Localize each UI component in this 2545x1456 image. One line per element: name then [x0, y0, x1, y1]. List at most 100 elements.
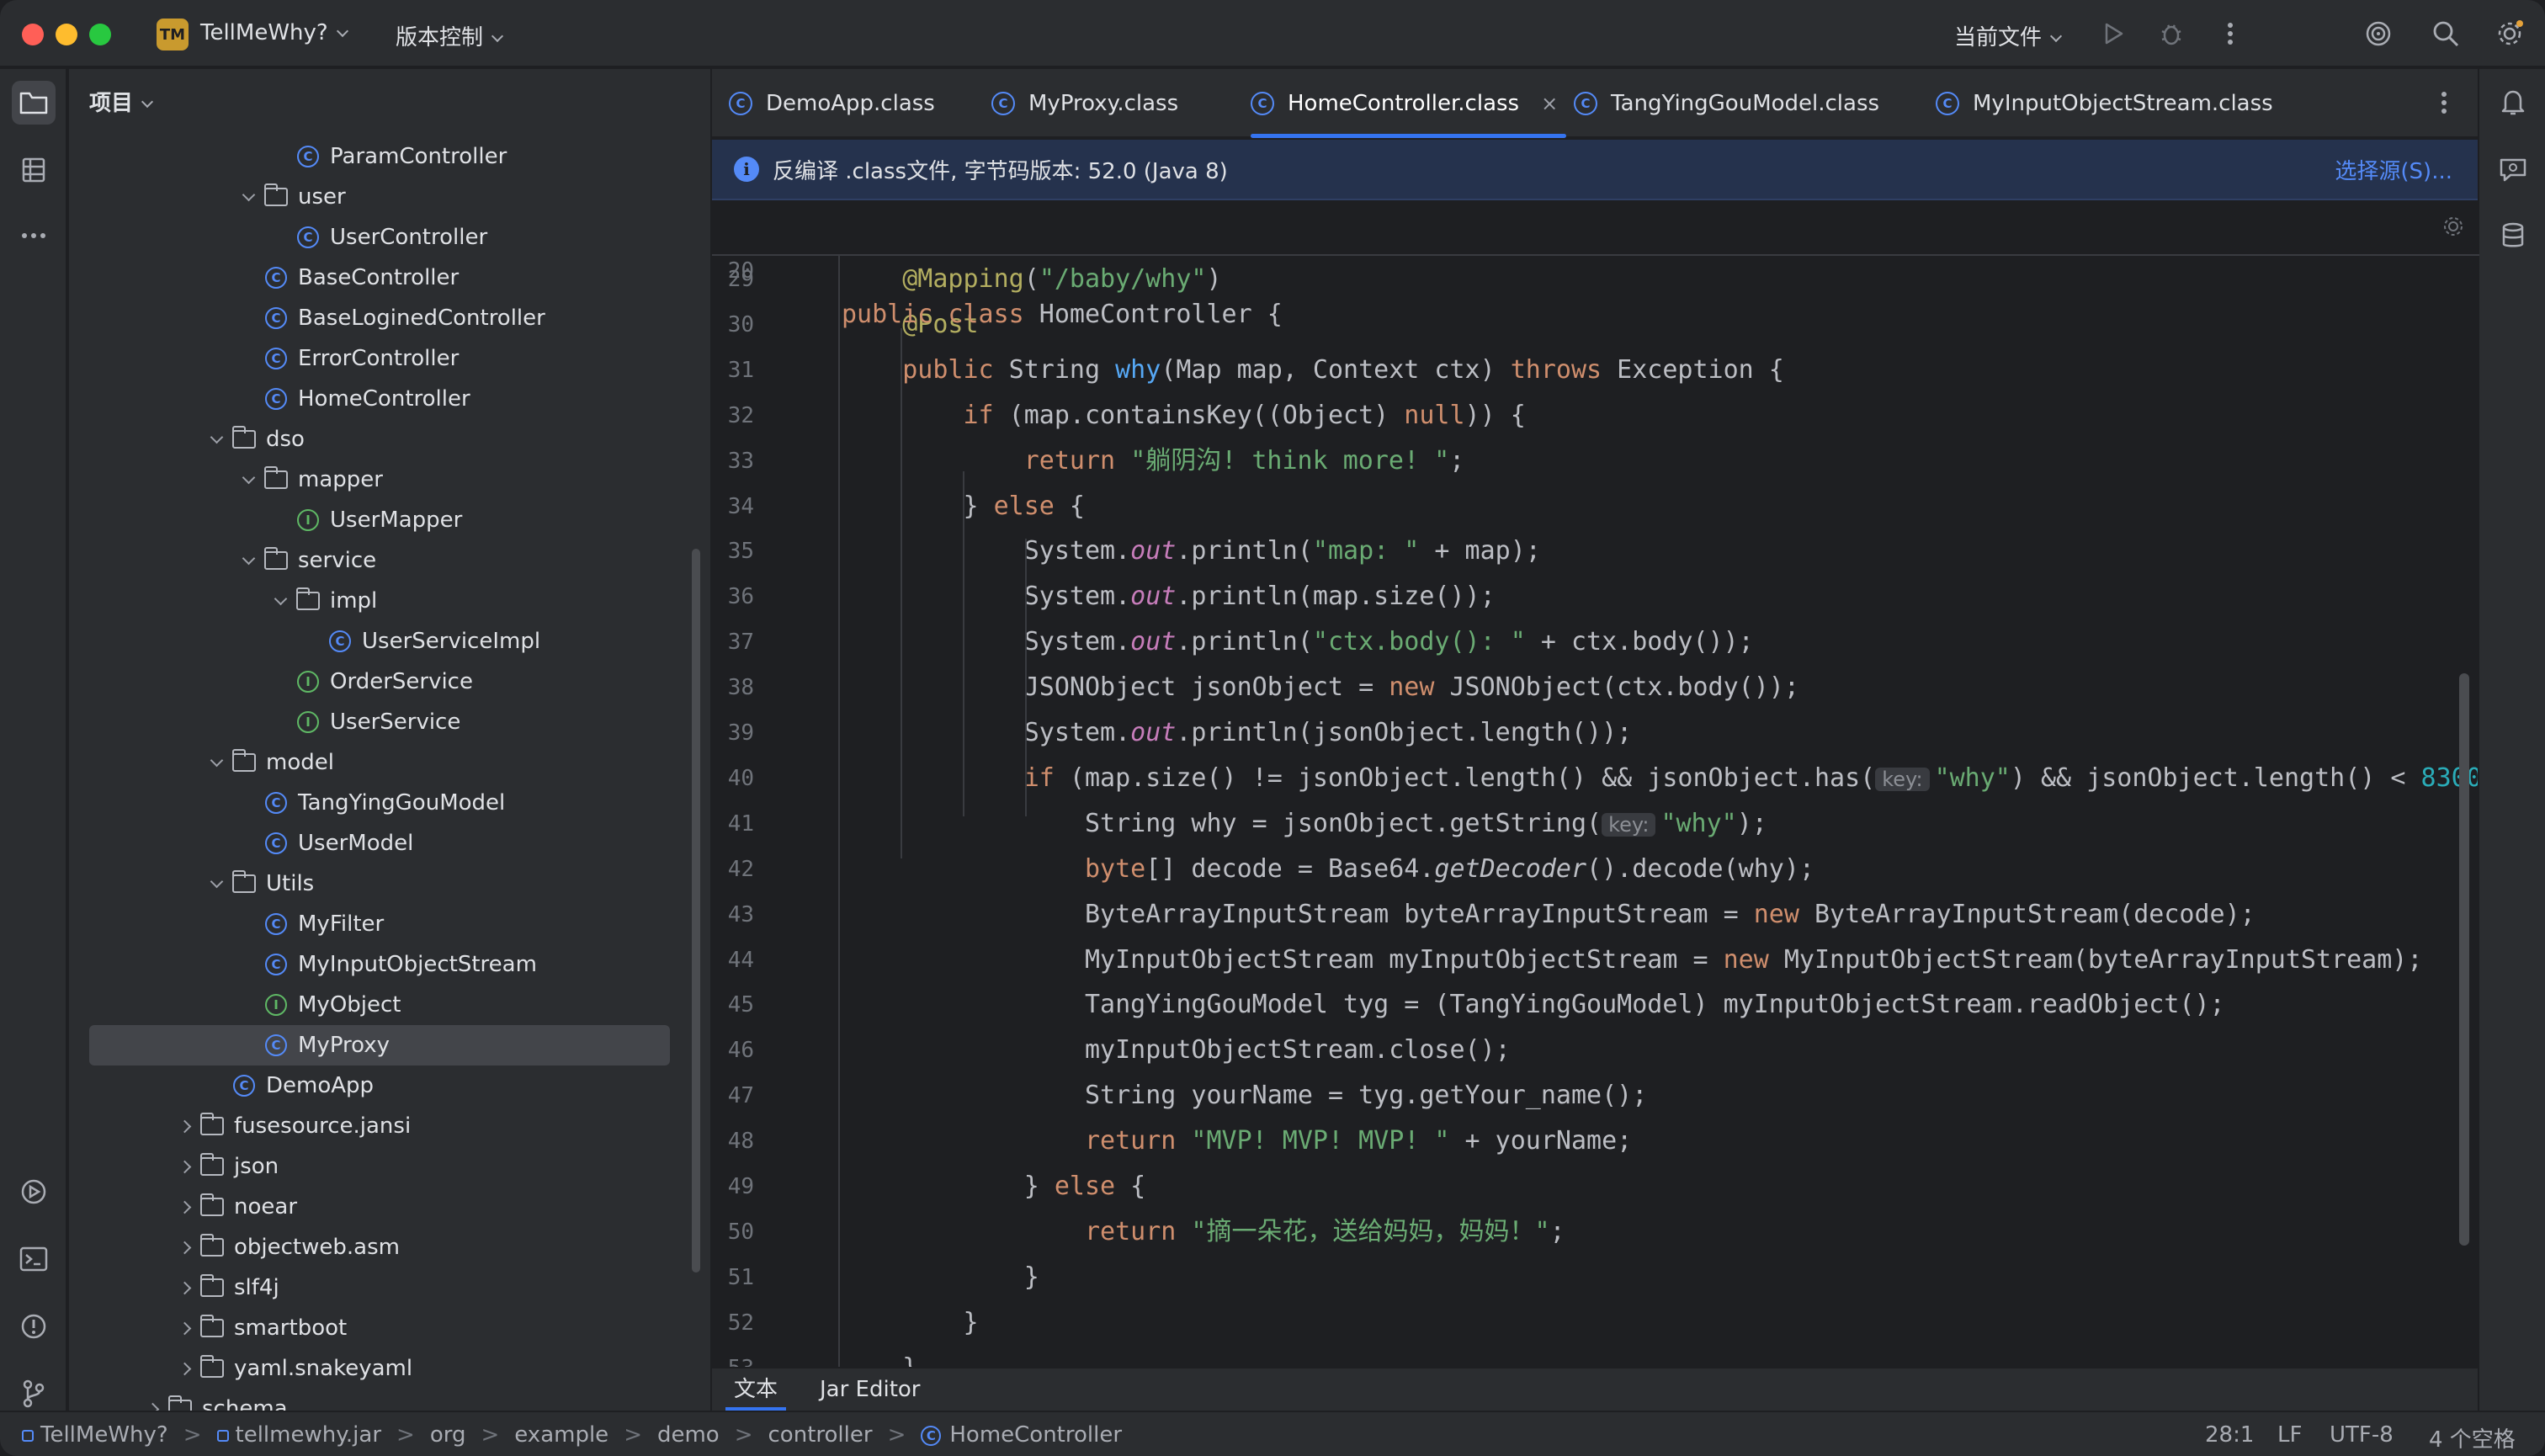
debug-icon[interactable]	[2154, 17, 2188, 50]
git-tool-button[interactable]	[12, 1372, 56, 1416]
tree-folder-item[interactable]: dso	[89, 419, 670, 460]
code-line[interactable]: 48 return "MVP! MVP! MVP! " + yourName;	[712, 1119, 2479, 1163]
code-vertical-scrollbar[interactable]	[2459, 673, 2469, 1246]
chevron-down-icon[interactable]	[236, 188, 261, 201]
chevron-down-icon[interactable]	[204, 874, 229, 888]
tree-file-item[interactable]: I UserMapper	[89, 500, 670, 540]
tree-file-item[interactable]: C ErrorController	[89, 338, 670, 379]
tree-folder-item[interactable]: mapper	[89, 460, 670, 500]
code-line[interactable]: 52 }	[712, 1301, 2479, 1345]
services-tool-button[interactable]	[12, 1170, 56, 1214]
tree-file-item[interactable]: C BaseController	[89, 258, 670, 298]
code-line[interactable]: 51 }	[712, 1256, 2479, 1299]
tree-file-item[interactable]: I UserService	[89, 702, 670, 742]
chevron-right-icon[interactable]	[172, 1160, 197, 1173]
chevron-down-icon[interactable]	[236, 551, 261, 565]
chevron-down-icon[interactable]	[236, 470, 261, 484]
chevron-right-icon[interactable]	[172, 1281, 197, 1294]
editor-settings-icon[interactable]	[2441, 214, 2466, 246]
indent-setting[interactable]: 4 个空格	[2429, 1422, 2516, 1453]
tree-file-item[interactable]: C MyFilter	[89, 904, 670, 944]
tree-folder-item[interactable]: noear	[89, 1187, 670, 1227]
run-icon[interactable]	[2097, 17, 2131, 50]
code-line[interactable]: 41 String why = jsonObject.getString(key…	[712, 802, 2479, 846]
database-icon[interactable]	[2491, 214, 2535, 258]
editor-tab[interactable]: C MyInputObjectStream.class	[1936, 69, 2282, 138]
tree-folder-item[interactable]: model	[89, 742, 670, 783]
tree-file-item[interactable]: C UserServiceImpl	[89, 621, 670, 662]
breadcrumb-item[interactable]: demo	[657, 1422, 720, 1448]
code-line[interactable]: 31 public String why(Map map, Context ct…	[712, 348, 2479, 392]
code-line[interactable]: 38 JSONObject jsonObject = new JSONObjec…	[712, 666, 2479, 709]
more-actions-icon[interactable]	[2213, 17, 2247, 50]
chevron-right-icon[interactable]	[172, 1241, 197, 1254]
chevron-down-icon[interactable]	[204, 430, 229, 444]
breadcrumb-item[interactable]: example	[514, 1422, 608, 1448]
sticky-header-line[interactable]: 20 public class HomeController {	[712, 202, 2479, 329]
tree-folder-item[interactable]: objectweb.asm	[89, 1227, 670, 1267]
tree-folder-item[interactable]: user	[89, 177, 670, 217]
tree-folder-item[interactable]: slf4j	[89, 1267, 670, 1308]
tree-folder-item[interactable]: impl	[89, 581, 670, 621]
code-line[interactable]: 43 ByteArrayInputStream byteArrayInputSt…	[712, 893, 2479, 937]
breadcrumb-item[interactable]: org	[430, 1422, 466, 1448]
tree-file-item[interactable]: C DemoApp	[89, 1065, 670, 1106]
tree-file-item[interactable]: C MyProxy	[89, 1025, 670, 1065]
chevron-right-icon[interactable]	[140, 1402, 165, 1411]
project-panel-header[interactable]: 项目	[89, 86, 154, 117]
chevron-right-icon[interactable]	[172, 1119, 197, 1133]
code-line[interactable]: 46 myInputObjectStream.close();	[712, 1028, 2479, 1072]
breadcrumb-item[interactable]: tellmewhy.jar	[216, 1422, 381, 1448]
more-tools-icon[interactable]	[12, 214, 56, 258]
tree-file-item[interactable]: C UserController	[89, 217, 670, 258]
chevron-right-icon[interactable]	[172, 1200, 197, 1214]
chevron-right-icon[interactable]	[172, 1321, 197, 1335]
project-tree-scrollbar[interactable]	[692, 549, 700, 1273]
run-config-selector[interactable]: 当前文件	[1954, 20, 2063, 51]
window-minimize-button[interactable]	[56, 24, 77, 45]
close-icon[interactable]: ×	[1541, 92, 1558, 115]
problems-tool-button[interactable]	[12, 1305, 56, 1348]
project-badge[interactable]: TM	[157, 19, 189, 50]
code-line[interactable]: 45 TangYingGouModel tyg = (TangYingGouMo…	[712, 983, 2479, 1027]
chevron-down-icon[interactable]	[204, 753, 229, 767]
breadcrumb-item[interactable]: TellMeWhy?	[22, 1422, 168, 1448]
code-line[interactable]: 33 return "躺阴沟! think more! ";	[712, 439, 2479, 483]
tab-text-view[interactable]: 文本	[725, 1368, 787, 1411]
notifications-icon[interactable]	[2491, 81, 2535, 125]
tree-folder-item[interactable]: fusesource.jansi	[89, 1106, 670, 1146]
breadcrumb-item[interactable]: controller	[768, 1422, 873, 1448]
tree-folder-item[interactable]: json	[89, 1146, 670, 1187]
code-line[interactable]: 34 } else {	[712, 485, 2479, 529]
editor-tab[interactable]: C DemoApp.class	[729, 69, 943, 138]
chevron-down-icon[interactable]	[268, 592, 293, 605]
terminal-tool-button[interactable]	[12, 1237, 56, 1281]
tab-options-icon[interactable]	[2427, 86, 2461, 120]
tree-file-item[interactable]: I MyObject	[89, 985, 670, 1025]
tree-folder-item[interactable]: smartboot	[89, 1308, 670, 1348]
file-encoding[interactable]: UTF-8	[2330, 1422, 2394, 1448]
tree-folder-item[interactable]: Utils	[89, 864, 670, 904]
tree-file-item[interactable]: C BaseLoginedController	[89, 298, 670, 338]
editor-tab[interactable]: C MyProxy.class	[991, 69, 1187, 138]
code-line[interactable]: 39 System.out.println(jsonObject.length(…	[712, 711, 2479, 755]
code-editor[interactable]: 20 public class HomeController { 29 @Map…	[712, 202, 2479, 1380]
tree-file-item[interactable]: C TangYingGouModel	[89, 783, 670, 823]
code-line[interactable]: 32 if (map.containsKey((Object) null)) {	[712, 394, 2479, 438]
window-maximize-button[interactable]	[89, 24, 111, 45]
ai-assistant-icon[interactable]	[2362, 17, 2395, 50]
tree-file-item[interactable]: C HomeController	[89, 379, 670, 419]
tree-folder-item[interactable]: schema	[89, 1389, 670, 1411]
tree-folder-item[interactable]: yaml.snakeyaml	[89, 1348, 670, 1389]
code-line[interactable]: 40 if (map.size() != jsonObject.length()…	[712, 757, 2479, 800]
project-tool-button[interactable]	[12, 81, 56, 125]
window-close-button[interactable]	[22, 24, 44, 45]
code-line[interactable]: 36 System.out.println(map.size());	[712, 575, 2479, 619]
code-line[interactable]: 44 MyInputObjectStream myInputObjectStre…	[712, 938, 2479, 982]
vcs-menu[interactable]: 版本控制	[396, 20, 504, 51]
tree-file-item[interactable]: C MyInputObjectStream	[89, 944, 670, 985]
ai-chat-icon[interactable]	[2491, 148, 2535, 192]
chevron-right-icon[interactable]	[172, 1362, 197, 1375]
code-line[interactable]: 42 byte[] decode = Base64.getDecoder().d…	[712, 848, 2479, 891]
tree-file-item[interactable]: I OrderService	[89, 662, 670, 702]
